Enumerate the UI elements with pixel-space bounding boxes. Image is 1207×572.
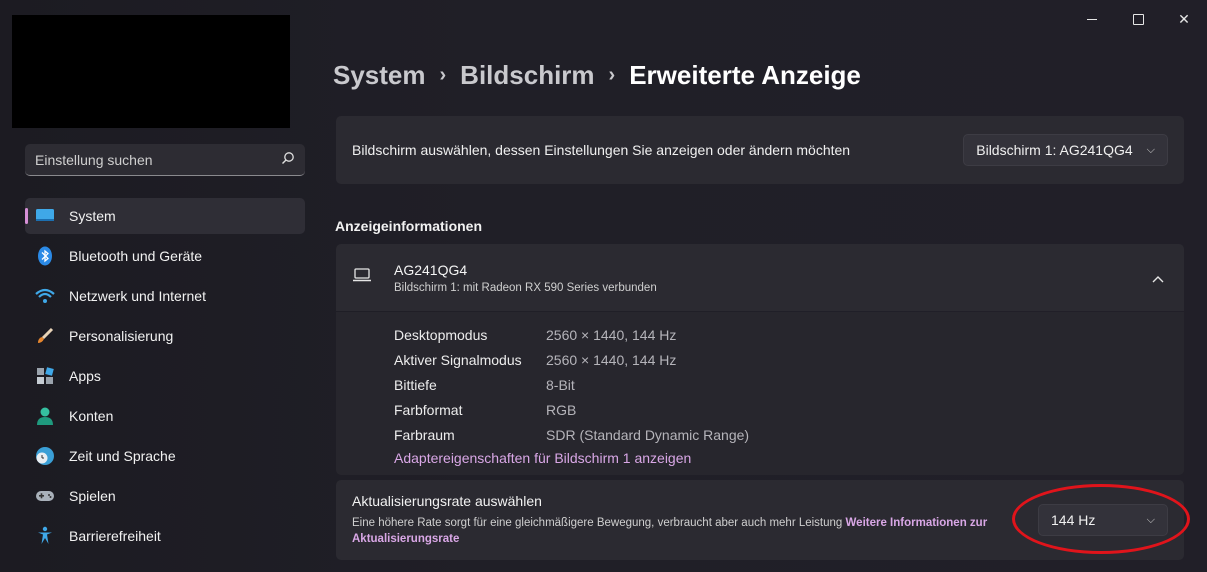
monitor-info-header[interactable]: AG241QG4 Bildschirm 1: mit Radeon RX 590…	[336, 244, 1184, 311]
red-annotation-circle	[1012, 484, 1190, 554]
accessibility-icon	[35, 526, 55, 546]
settings-window: ✕ Einstellung suchen System Bluetooth un…	[0, 0, 1207, 572]
wifi-icon	[35, 286, 55, 306]
sidebar-item-label: Zeit und Sprache	[69, 448, 176, 464]
info-row: Aktiver Signalmodus 2560 × 1440, 144 Hz	[394, 347, 1184, 372]
gamepad-icon	[35, 486, 55, 506]
info-key: Farbraum	[394, 426, 455, 443]
info-value: RGB	[546, 401, 577, 418]
chevron-right-icon: ›	[439, 64, 447, 86]
sidebar-item-apps[interactable]: Apps	[25, 358, 305, 394]
sidebar-item-label: System	[69, 208, 116, 224]
sidebar-item-time-language[interactable]: Zeit und Sprache	[25, 438, 305, 474]
refresh-rate-desc-text: Eine höhere Rate sorgt für eine gleichmä…	[352, 517, 843, 529]
sidebar-item-label: Personalisierung	[69, 328, 174, 344]
clock-globe-icon	[35, 446, 55, 466]
refresh-rate-description: Eine höhere Rate sorgt für eine gleichmä…	[352, 515, 1038, 547]
adapter-properties-link[interactable]: Adaptereigenschaften für Bildschirm 1 an…	[394, 450, 691, 466]
info-key: Bittiefe	[394, 376, 437, 393]
info-row: Farbformat RGB	[394, 397, 1184, 422]
info-value: 2560 × 1440, 144 Hz	[546, 326, 677, 343]
sidebar-item-label: Bluetooth und Geräte	[69, 248, 203, 264]
section-title: Anzeigeinformationen	[335, 218, 483, 234]
search-placeholder: Einstellung suchen	[35, 151, 153, 168]
info-value: 8-Bit	[546, 376, 575, 393]
sidebar-item-accounts[interactable]: Konten	[25, 398, 305, 434]
close-button[interactable]: ✕	[1161, 0, 1207, 38]
info-row: Bittiefe 8-Bit	[394, 372, 1184, 397]
sidebar-item-accessibility[interactable]: Barrierefreiheit	[25, 518, 305, 554]
sidebar-item-label: Barrierefreiheit	[69, 528, 161, 544]
search-input[interactable]: Einstellung suchen	[25, 144, 305, 176]
search-icon	[281, 151, 295, 168]
display-select-label: Bildschirm auswählen, dessen Einstellung…	[352, 142, 851, 158]
sidebar-item-label: Konten	[69, 408, 114, 424]
monitor-info-details: Desktopmodus 2560 × 1440, 144 Hz Aktiver …	[336, 312, 1184, 475]
sidebar-item-label: Spielen	[69, 488, 116, 504]
info-key: Desktopmodus	[394, 326, 488, 343]
info-value: 2560 × 1440, 144 Hz	[546, 351, 677, 368]
chevron-down-icon: ⌵	[1146, 143, 1155, 156]
refresh-rate-title: Aktualisierungsrate auswählen	[352, 493, 542, 509]
display-select-dropdown[interactable]: Bildschirm 1: AG241QG4 ⌵	[963, 134, 1168, 166]
sidebar-nav: System Bluetooth und Geräte Netzwerk und…	[25, 198, 305, 558]
sidebar-item-label: Netzwerk und Internet	[69, 288, 206, 304]
laptop-icon	[352, 267, 376, 288]
breadcrumb-system[interactable]: System	[333, 60, 426, 91]
info-key: Aktiver Signalmodus	[394, 351, 522, 368]
sidebar-item-bluetooth[interactable]: Bluetooth und Geräte	[25, 238, 305, 274]
info-row: Farbraum SDR (Standard Dynamic Range)	[394, 422, 1184, 447]
info-value: SDR (Standard Dynamic Range)	[546, 426, 750, 443]
page-title: Erweiterte Anzeige	[629, 60, 861, 90]
sidebar-item-network[interactable]: Netzwerk und Internet	[25, 278, 305, 314]
apps-icon	[35, 366, 55, 386]
chevron-right-icon: ›	[608, 64, 616, 86]
maximize-button[interactable]	[1115, 0, 1161, 38]
system-icon	[35, 206, 55, 226]
account-icon	[35, 406, 55, 426]
monitor-name: AG241QG4	[394, 261, 468, 278]
monitor-subtitle: Bildschirm 1: mit Radeon RX 590 Series v…	[394, 281, 657, 294]
window-caption-buttons: ✕	[1069, 0, 1207, 38]
bluetooth-icon	[35, 246, 55, 266]
breadcrumb: System › Bildschirm › Erweiterte Anzeige	[333, 60, 861, 91]
display-select-card: Bildschirm auswählen, dessen Einstellung…	[336, 116, 1184, 184]
user-profile-redacted	[12, 15, 290, 128]
sidebar-item-personalization[interactable]: Personalisierung	[25, 318, 305, 354]
brush-icon	[35, 326, 55, 346]
display-select-value: Bildschirm 1: AG241QG4	[976, 142, 1133, 158]
info-row: Desktopmodus 2560 × 1440, 144 Hz	[394, 322, 1184, 347]
sidebar-item-gaming[interactable]: Spielen	[25, 478, 305, 514]
sidebar-item-label: Apps	[69, 368, 101, 384]
minimize-button[interactable]	[1069, 0, 1115, 38]
info-key: Farbformat	[394, 401, 463, 418]
sidebar-item-system[interactable]: System	[25, 198, 305, 234]
breadcrumb-display[interactable]: Bildschirm	[460, 60, 594, 91]
chevron-up-icon[interactable]	[1152, 270, 1164, 286]
